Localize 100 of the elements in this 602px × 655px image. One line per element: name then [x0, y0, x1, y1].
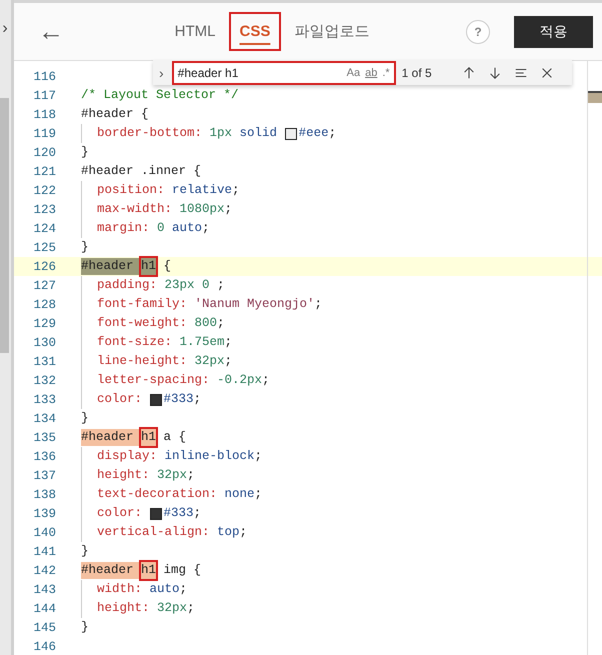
color-swatch[interactable] [284, 128, 297, 140]
find-field[interactable]: #header h1 Aa ab .* [174, 62, 394, 82]
code-comment: /* Layout Selector */ [81, 87, 239, 104]
line-number: 141 [32, 544, 56, 558]
line-number: 116 [32, 70, 56, 84]
code-punctuation: ; [187, 600, 195, 617]
line-number: 117 [32, 88, 56, 102]
property-value: 32px [156, 600, 188, 617]
search-match: #header [81, 429, 142, 446]
property-name: color: [97, 391, 144, 408]
property-name: margin: [97, 220, 150, 237]
property-value: 23px 0 [164, 277, 210, 294]
line-number: 125 [32, 240, 56, 254]
property-name: border-bottom: [97, 125, 202, 142]
property-name: letter-spacing: [97, 372, 210, 389]
code-punctuation: } [81, 144, 89, 161]
line-number: 143 [32, 582, 56, 596]
line-number: 136 [32, 450, 56, 464]
line-number: 138 [32, 488, 56, 502]
arrow-down-icon[interactable] [488, 66, 502, 80]
tab[interactable]: CSS [230, 14, 280, 49]
property-name: font-weight: [97, 315, 188, 332]
code-punctuation: ; [224, 353, 232, 370]
code-punctuation: ; [202, 220, 210, 237]
color-swatch[interactable] [150, 508, 162, 520]
help-button[interactable]: ? [466, 20, 490, 44]
code-punctuation: ; [194, 505, 202, 522]
line-number: 133 [32, 392, 56, 406]
code-punctuation: } [81, 410, 89, 427]
line-number: 127 [32, 278, 56, 292]
code-punctuation: ; [187, 467, 195, 484]
css-selector: img { [162, 562, 202, 579]
property-name: font-size: [97, 334, 172, 351]
back-button[interactable]: ← [38, 16, 64, 47]
search-match: #header [81, 258, 142, 275]
line-number: 140 [32, 526, 56, 540]
property-name: height: [97, 467, 150, 484]
code-punctuation: ; [254, 448, 262, 465]
line-number: 144 [32, 602, 56, 616]
code-punctuation: ; [194, 391, 202, 408]
property-name: text-decoration: [97, 486, 218, 503]
line-number: 129 [32, 316, 56, 330]
find-option[interactable]: Aa [346, 66, 360, 78]
match-count: 1 of 5 [402, 66, 432, 80]
property-name: color: [97, 505, 144, 522]
color-swatch[interactable] [150, 394, 162, 406]
line-number: 124 [32, 222, 56, 236]
search-match: h1 [141, 429, 156, 446]
line-number: 128 [32, 298, 56, 312]
code-punctuation: ; [232, 182, 240, 199]
find-option[interactable]: .* [382, 66, 390, 78]
search-match: #header [81, 562, 142, 579]
code-punctuation: } [81, 543, 89, 560]
property-name: line-height: [97, 353, 188, 370]
code-punctuation: ; [180, 581, 188, 598]
property-value: auto [171, 220, 202, 237]
property-value: #333 [164, 391, 194, 408]
apply-button[interactable]: 적용 [514, 16, 593, 48]
code-punctuation: } [81, 239, 89, 256]
arrow-up-icon[interactable] [462, 66, 476, 80]
close-icon[interactable] [540, 66, 554, 80]
line-number: 131 [32, 354, 56, 368]
line-number: 134 [32, 412, 56, 426]
property-value: none [224, 486, 255, 503]
line-number: 118 [32, 108, 56, 122]
property-name: width: [97, 581, 142, 598]
property-name: padding: [97, 277, 158, 294]
property-name: height: [97, 600, 150, 617]
code-punctuation: ; [217, 315, 225, 332]
line-number: 120 [32, 146, 56, 160]
search-match: h1 [141, 562, 156, 579]
replace-toggle[interactable]: › [157, 64, 166, 80]
line-number: 123 [32, 202, 56, 216]
code-punctuation: ; [262, 372, 270, 389]
line-number: 145 [32, 620, 56, 634]
line-number: 119 [32, 126, 56, 140]
panel-toggle[interactable]: › [0, 20, 10, 38]
property-value: auto [148, 581, 180, 598]
property-value: 1.75em [178, 334, 225, 351]
line-number: 132 [32, 374, 56, 388]
css-selector: #header .inner { [81, 163, 202, 180]
css-selector: #header { [81, 106, 149, 123]
find-option[interactable]: ab [365, 66, 378, 78]
property-value: top [216, 524, 240, 541]
property-value: solid [238, 125, 278, 142]
line-number: 126 [32, 260, 56, 274]
code-punctuation: ; [314, 296, 322, 313]
property-value: 1px [208, 125, 232, 142]
code-punctuation: ; [240, 524, 248, 541]
scrollbar[interactable] [587, 61, 602, 655]
property-value: 'Nanum Myeongjo' [194, 296, 315, 313]
code-punctuation: ; [224, 201, 232, 218]
tab[interactable]: 파일업로드 [285, 14, 378, 49]
tab[interactable]: HTML [166, 14, 224, 49]
scrollbar-thumb[interactable] [0, 98, 9, 353]
css-selector: a { [162, 429, 186, 446]
property-name: max-width: [97, 201, 172, 218]
line-number: 122 [32, 184, 56, 198]
property-value: #333 [164, 505, 194, 522]
code-punctuation: } [81, 619, 89, 636]
